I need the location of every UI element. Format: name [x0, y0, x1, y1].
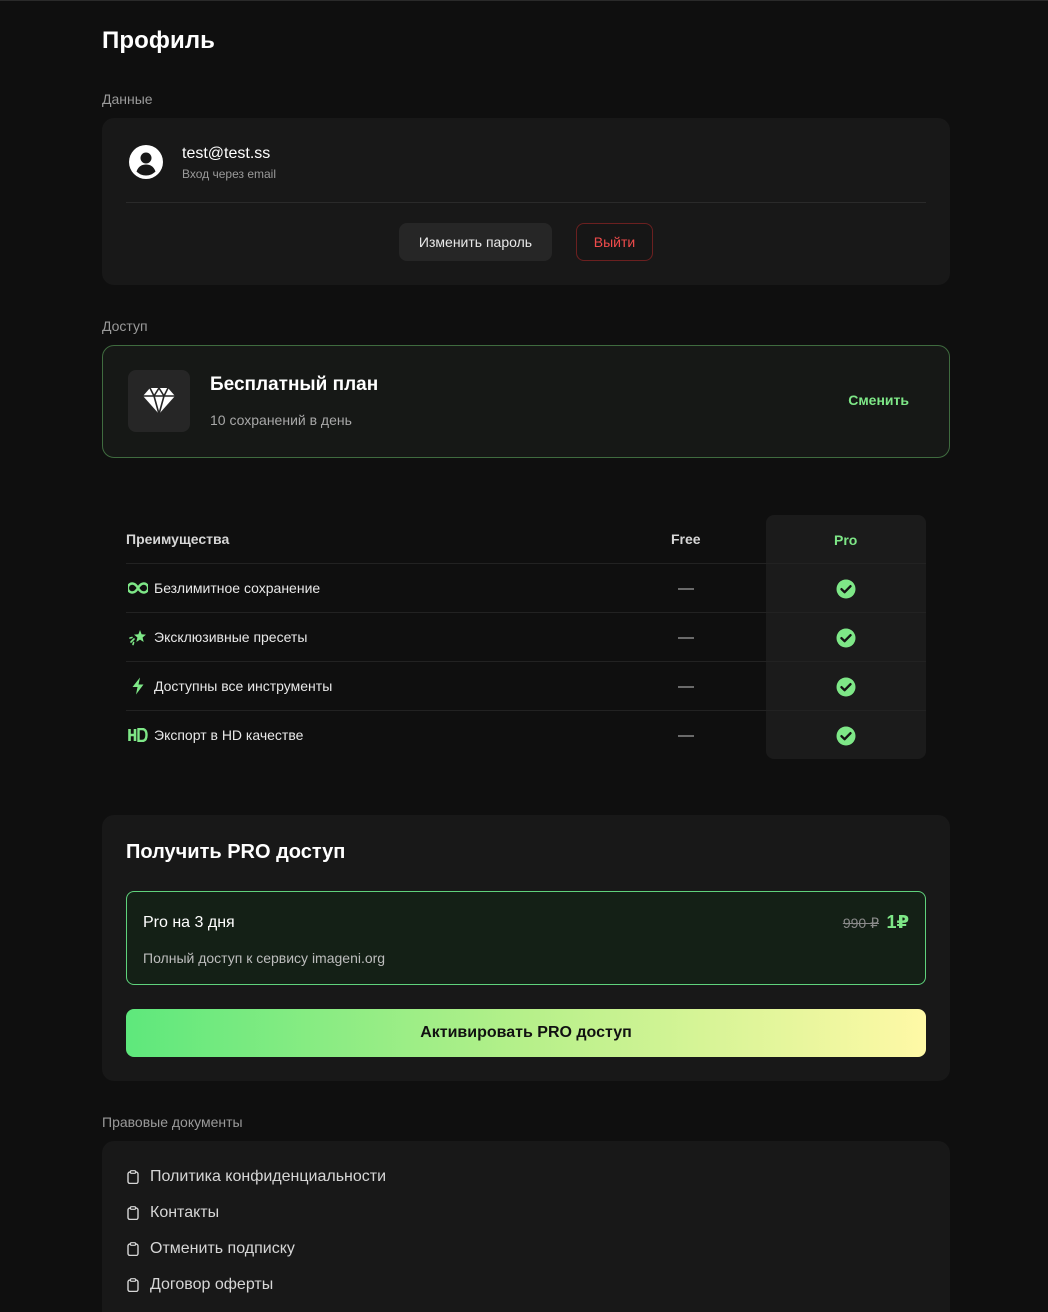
table-row: Безлимитное сохранение	[126, 563, 926, 612]
logout-button[interactable]: Выйти	[576, 223, 653, 261]
pro-offer-card: Получить PRO доступ Pro на 3 дня Полный …	[102, 815, 950, 1081]
plan-title: Бесплатный план	[210, 374, 379, 395]
offer-description: Полный доступ к сервису imageni.org	[143, 950, 386, 966]
plan-subtitle: 10 сохранений в день	[210, 412, 352, 428]
free-dash	[678, 588, 694, 590]
free-header: Free	[671, 531, 701, 547]
old-price: 990 ₽	[842, 915, 879, 931]
benefit-label: Эксклюзивные пресеты	[154, 629, 308, 645]
sparkle-star-icon	[128, 628, 148, 646]
offer-option[interactable]: Pro на 3 дня Полный доступ к сервису ima…	[126, 891, 926, 985]
check-icon	[836, 628, 856, 648]
free-dash	[678, 637, 694, 639]
table-row: Эксклюзивные пресеты	[126, 612, 926, 661]
lightning-icon	[128, 677, 148, 695]
check-icon	[836, 579, 856, 599]
legal-link-label: Контакты	[150, 1204, 220, 1221]
benefit-label: Безлимитное сохранение	[154, 580, 321, 596]
table-row: Доступны все инструменты	[126, 661, 926, 710]
activate-pro-button[interactable]: Активировать PRO доступ	[126, 1009, 926, 1057]
account-card: test@test.ss Вход через email Изменить п…	[102, 118, 950, 285]
pro-header: Pro	[834, 532, 858, 548]
legal-card: Политика конфиденциальности Контакты Отм…	[102, 1141, 950, 1312]
legal-link-offer-agreement[interactable]: Договор оферты	[126, 1276, 273, 1294]
login-method: Вход через email	[182, 166, 277, 181]
infinity-icon	[128, 579, 148, 597]
plan-card: Бесплатный план 10 сохранений в день Сме…	[102, 345, 950, 458]
hd-icon	[128, 726, 148, 744]
document-icon	[126, 1170, 140, 1184]
legal-link-cancel-subscription[interactable]: Отменить подписку	[126, 1240, 295, 1258]
legal-link-contacts[interactable]: Контакты	[126, 1204, 219, 1222]
change-plan-button[interactable]: Сменить	[848, 392, 909, 408]
page-title: Профиль	[102, 27, 216, 54]
user-row: test@test.ss Вход через email	[126, 142, 276, 182]
benefit-label: Экспорт в HD качестве	[154, 727, 304, 743]
diamond-icon	[128, 370, 190, 432]
benefits-table: Преимущества Free Pro Безлимитное сохран…	[102, 515, 950, 759]
free-dash	[678, 735, 694, 737]
benefits-header: Преимущества	[126, 531, 230, 547]
offer-name: Pro на 3 дня	[143, 914, 235, 931]
check-icon	[836, 677, 856, 697]
legal-section-label: Правовые документы	[102, 1114, 243, 1130]
offer-title: Получить PRO доступ	[126, 841, 346, 863]
document-icon	[126, 1278, 140, 1292]
access-section-label: Доступ	[102, 318, 148, 334]
legal-link-label: Договор оферты	[150, 1276, 274, 1293]
legal-link-privacy[interactable]: Политика конфиденциальности	[126, 1168, 386, 1186]
user-email: test@test.ss	[182, 144, 271, 162]
data-section-label: Данные	[102, 91, 153, 107]
new-price: 1₽	[886, 912, 909, 932]
change-password-button[interactable]: Изменить пароль	[399, 223, 552, 261]
avatar-icon	[126, 142, 166, 182]
check-icon	[836, 726, 856, 746]
divider	[126, 202, 926, 203]
legal-link-label: Отменить подписку	[150, 1240, 295, 1257]
document-icon	[126, 1242, 140, 1256]
free-dash	[678, 686, 694, 688]
benefit-label: Доступны все инструменты	[154, 678, 333, 694]
table-row: Экспорт в HD качестве	[126, 710, 926, 759]
legal-link-label: Политика конфиденциальности	[150, 1168, 387, 1185]
document-icon	[126, 1206, 140, 1220]
